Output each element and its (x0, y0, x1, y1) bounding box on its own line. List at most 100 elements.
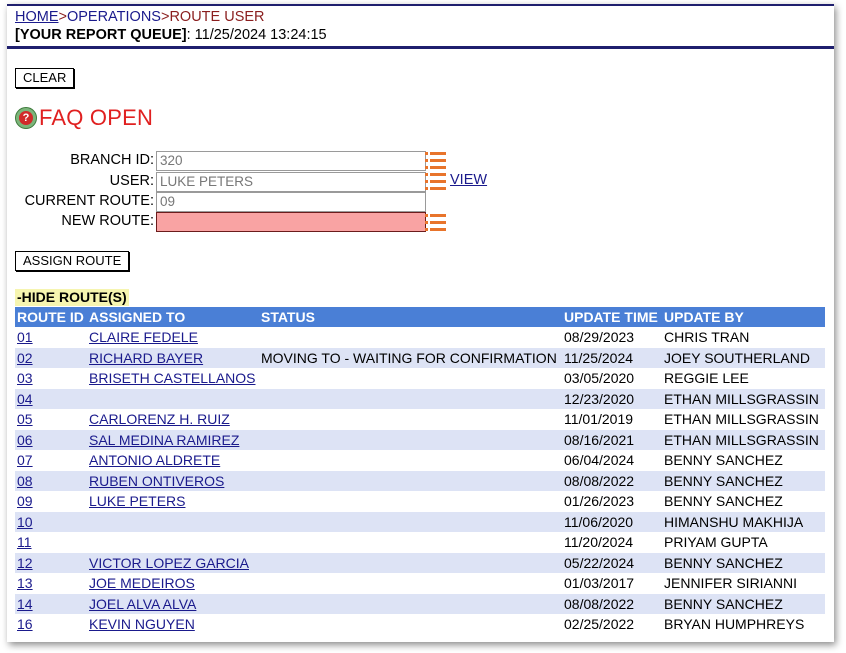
hide-routes-toggle[interactable]: -HIDE ROUTE(S) (15, 289, 129, 306)
update-by-cell: JENNIFER SIRIANNI (664, 575, 798, 592)
assigned-to-link[interactable]: ANTONIO ALDRETE (89, 452, 220, 468)
update-by-cell: PRIYAM GUPTA (664, 534, 768, 551)
assigned-to-link[interactable]: RUBEN ONTIVEROS (89, 473, 224, 489)
route-id-link[interactable]: 02 (17, 350, 33, 366)
assigned-to-link[interactable]: VICTOR LOPEZ GARCIA (89, 555, 249, 571)
table-row: 02 RICHARD BAYER MOVING TO - WAITING FOR C… (15, 347, 825, 368)
assigned-to-link[interactable]: SAL MEDINA RAMIREZ (89, 432, 239, 448)
status-cell (259, 614, 562, 635)
user-field: LUKE PETERS (156, 172, 426, 192)
update-time-cell: 01/26/2023 (564, 493, 635, 510)
assigned-to-link[interactable]: CLAIRE FEDELE (89, 329, 198, 345)
update-by-cell: ETHAN MILLSGRASSIN (662, 388, 825, 409)
table-row: 16 KEVIN NGUYEN 02/25/2022 BRYAN HUMPHREYS (15, 614, 825, 635)
assigned-to-cell: ANTONIO ALDRETE (87, 450, 259, 471)
assigned-to-link[interactable]: CARLORENZ H. RUIZ (89, 411, 230, 427)
update-time-cell: 08/16/2021 (562, 429, 662, 450)
new-route-input[interactable] (156, 212, 426, 232)
assigned-to-cell: KEVIN NGUYEN (87, 614, 259, 635)
status-cell (259, 573, 562, 594)
update-by-cell: CHRIS TRAN (664, 329, 750, 346)
assigned-to-cell: RICHARD BAYER (87, 347, 259, 368)
status-cell (259, 511, 562, 532)
update-time-cell: 11/01/2019 (564, 411, 634, 428)
table-header-row: ROUTE ID ASSIGNED TO STATUS UPDATE TIME … (15, 307, 825, 327)
update-by-cell: ETHAN MILLSGRASSIN (662, 429, 825, 450)
view-user-link[interactable]: VIEW (450, 172, 487, 188)
assign-route-button[interactable]: ASSIGN ROUTE (15, 251, 130, 271)
new-route-label: NEW ROUTE: (61, 213, 154, 229)
status-cell (259, 532, 562, 553)
branch-id-label: BRANCH ID: (70, 152, 154, 168)
update-by-cell: BENNY SANCHEZ (662, 470, 825, 491)
assigned-to-cell: LUKE PETERS (87, 491, 259, 512)
report-queue-label[interactable]: [YOUR REPORT QUEUE] (15, 27, 187, 43)
report-queue-timestamp: : 11/25/2024 13:24:15 (186, 27, 327, 43)
route-id-cell: 09 (15, 491, 87, 512)
assigned-to-link[interactable]: LUKE PETERS (89, 493, 185, 509)
route-id-link[interactable]: 13 (17, 575, 33, 591)
list-icon[interactable] (425, 172, 446, 193)
breadcrumb-operations-link[interactable]: OPERATIONS (67, 9, 161, 25)
route-id-link[interactable]: 01 (17, 329, 33, 345)
table-row: 04 12/23/2020 ETHAN MILLSGRASSIN (15, 388, 825, 409)
status-cell (259, 470, 562, 491)
update-time-cell: 08/29/2023 (564, 329, 635, 346)
update-time-cell: 08/08/2022 (562, 470, 662, 491)
table-row: 01 CLAIRE FEDELE 08/29/2023 CHRIS TRAN (15, 327, 825, 348)
route-id-link[interactable]: 14 (17, 596, 33, 612)
help-question-icon[interactable]: ? (15, 107, 37, 129)
route-id-cell: 14 (15, 593, 87, 614)
list-icon[interactable] (425, 151, 446, 172)
route-id-link[interactable]: 10 (17, 514, 33, 530)
update-time-cell: 11/25/2024 (562, 347, 662, 368)
route-id-link[interactable]: 07 (17, 452, 33, 468)
route-id-link[interactable]: 03 (17, 370, 33, 386)
route-id-link[interactable]: 05 (17, 411, 33, 427)
clear-button[interactable]: CLEAR (15, 68, 75, 88)
route-id-cell: 05 (15, 409, 87, 430)
table-row: 11 11/20/2024 PRIYAM GUPTA (15, 532, 825, 553)
status-cell (259, 450, 562, 471)
update-time-cell: 01/03/2017 (564, 575, 635, 592)
status-cell (259, 388, 562, 409)
assigned-to-cell: RUBEN ONTIVEROS (87, 470, 259, 491)
table-row: 07 ANTONIO ALDRETE 06/04/2024 BENNY SANCHEZ (15, 450, 825, 471)
route-id-link[interactable]: 12 (17, 555, 33, 571)
faq-toggle[interactable]: ? FAQ OPEN (15, 105, 153, 131)
assigned-to-cell: CLAIRE FEDELE (87, 327, 259, 348)
assigned-to-cell (87, 388, 259, 409)
table-row: 05 CARLORENZ H. RUIZ 11/01/2019 ETHAN MILLS… (15, 409, 825, 430)
assigned-to-link[interactable]: BRISETH CASTELLANOS (89, 370, 256, 386)
breadcrumb-home-link[interactable]: HOME (15, 9, 59, 25)
breadcrumb-separator: > (58, 9, 67, 25)
assigned-to-link[interactable]: JOE MEDEIROS (89, 575, 195, 591)
page-frame: HOME>OPERATIONS>ROUTE USER [YOUR REPORT … (7, 4, 834, 642)
route-id-link[interactable]: 11 (17, 534, 32, 550)
column-header-update-time: UPDATE TIME (562, 307, 662, 327)
route-id-link[interactable]: 04 (17, 391, 33, 407)
assigned-to-link[interactable]: KEVIN NGUYEN (89, 616, 195, 632)
list-icon[interactable] (425, 213, 446, 234)
breadcrumb: HOME>OPERATIONS>ROUTE USER (15, 9, 265, 26)
route-id-cell: 01 (15, 327, 87, 348)
branch-id-field: 320 (156, 151, 426, 171)
column-header-route-id: ROUTE ID (15, 307, 87, 327)
status-cell: MOVING TO - WAITING FOR CONFIRMATION (259, 347, 562, 368)
update-time-cell: 02/25/2022 (564, 616, 635, 633)
breadcrumb-current: ROUTE USER (169, 9, 265, 25)
route-id-link[interactable]: 16 (17, 616, 33, 632)
report-queue: [YOUR REPORT QUEUE]: 11/25/2024 13:24:15 (15, 27, 327, 44)
assigned-to-cell: BRISETH CASTELLANOS (87, 368, 259, 389)
faq-label[interactable]: FAQ OPEN (39, 105, 153, 131)
route-id-link[interactable]: 09 (17, 493, 33, 509)
route-id-cell: 07 (15, 450, 87, 471)
assigned-to-link[interactable]: JOEL ALVA ALVA (89, 596, 196, 612)
route-id-link[interactable]: 06 (17, 432, 33, 448)
update-time-cell: 11/06/2020 (562, 511, 662, 532)
update-time-cell: 03/05/2020 (564, 370, 635, 387)
assigned-to-cell (87, 532, 259, 553)
assigned-to-link[interactable]: RICHARD BAYER (89, 350, 203, 366)
table-row: 09 LUKE PETERS 01/26/2023 BENNY SANCHEZ (15, 491, 825, 512)
route-id-link[interactable]: 08 (17, 473, 33, 489)
